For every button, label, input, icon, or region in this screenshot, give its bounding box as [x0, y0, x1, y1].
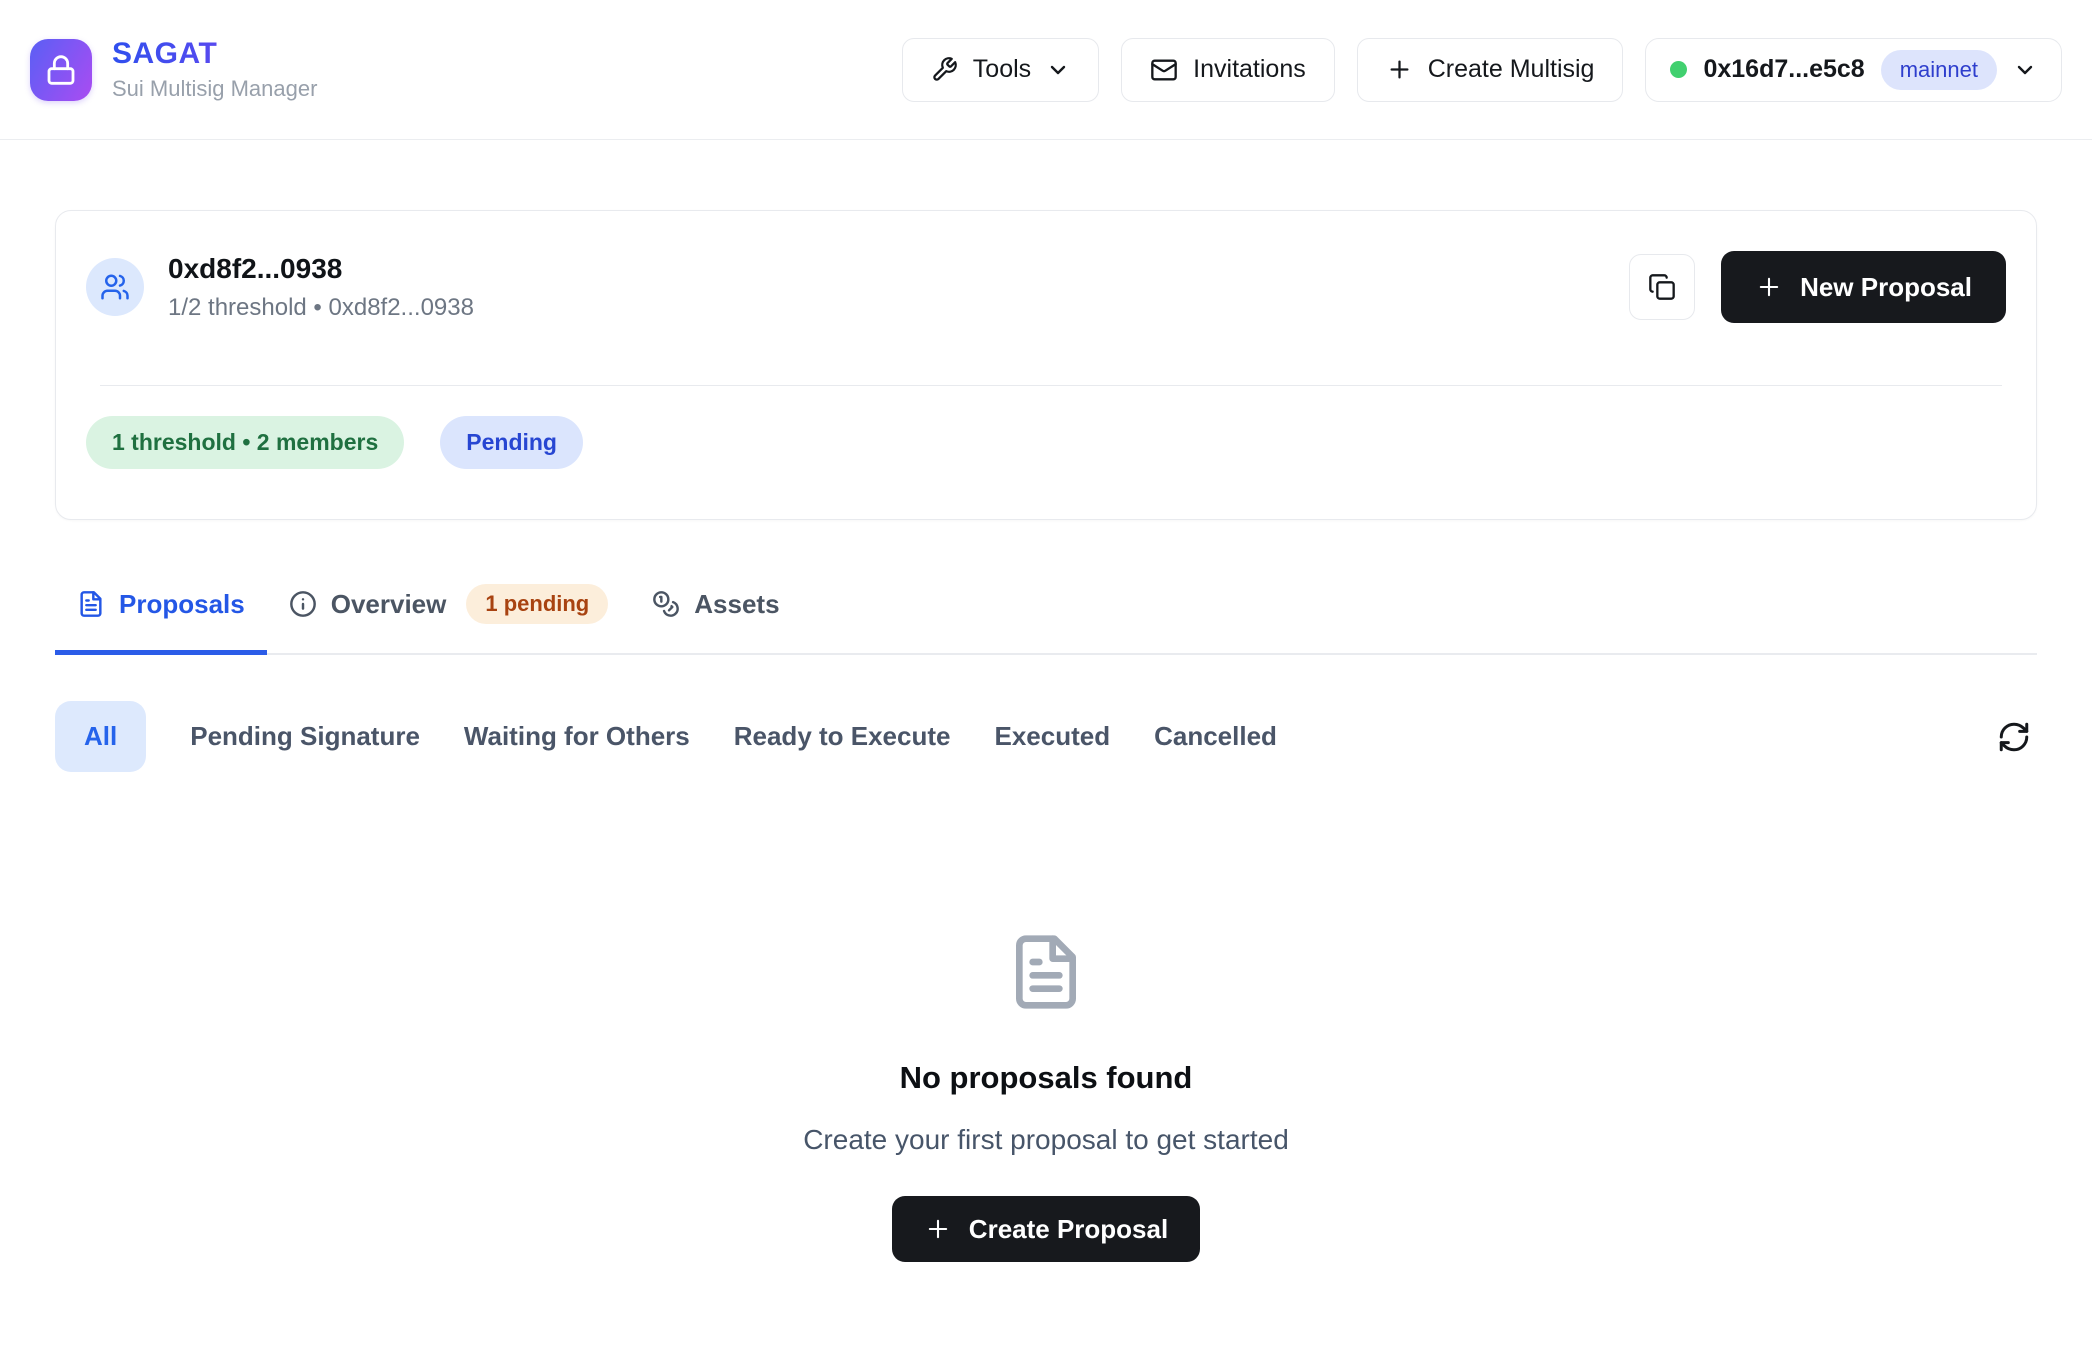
create-proposal-button[interactable]: Create Proposal	[892, 1196, 1200, 1262]
refresh-button[interactable]	[1991, 714, 2037, 760]
header-actions: Tools Invitations Create Multisig 0x16d7…	[902, 38, 2062, 102]
plus-icon	[1755, 273, 1783, 301]
wrench-icon	[931, 56, 958, 83]
members-badge: 1 threshold • 2 members	[86, 416, 404, 469]
connected-dot	[1670, 61, 1687, 78]
create-multisig-label: Create Multisig	[1428, 55, 1595, 84]
avatar	[86, 258, 144, 316]
pending-count-badge: 1 pending	[466, 584, 608, 624]
mail-icon	[1150, 56, 1178, 84]
filter-pending-signature[interactable]: Pending Signature	[190, 721, 420, 752]
wallet-button[interactable]: 0x16d7...e5c8 mainnet	[1645, 38, 2062, 102]
proposal-filters: All Pending Signature Waiting for Others…	[55, 701, 2037, 772]
invitations-label: Invitations	[1193, 55, 1306, 84]
copy-address-button[interactable]	[1629, 254, 1695, 320]
coins-icon	[652, 590, 680, 618]
empty-state-subtitle: Create your first proposal to get starte…	[803, 1124, 1289, 1156]
create-proposal-label: Create Proposal	[969, 1214, 1168, 1245]
file-text-icon	[1006, 932, 1086, 1012]
plus-icon	[924, 1215, 952, 1243]
multisig-card-actions: New Proposal	[1629, 251, 2006, 323]
tools-button[interactable]: Tools	[902, 38, 1099, 102]
filter-ready-to-execute[interactable]: Ready to Execute	[734, 721, 951, 752]
new-proposal-label: New Proposal	[1800, 272, 1972, 303]
filter-cancelled[interactable]: Cancelled	[1154, 721, 1277, 752]
filter-executed[interactable]: Executed	[994, 721, 1110, 752]
tools-label: Tools	[973, 55, 1031, 84]
users-icon	[100, 272, 130, 302]
refresh-icon	[1997, 720, 2031, 754]
multisig-card: 0xd8f2...0938 1/2 threshold • 0xd8f2...0…	[55, 210, 2037, 520]
tab-proposals-label: Proposals	[119, 589, 245, 620]
tab-assets-label: Assets	[694, 589, 779, 620]
empty-state-title: No proposals found	[900, 1060, 1193, 1096]
tab-assets[interactable]: Assets	[630, 578, 801, 655]
filter-waiting-for-others[interactable]: Waiting for Others	[464, 721, 690, 752]
main-content: 0xd8f2...0938 1/2 threshold • 0xd8f2...0…	[0, 210, 2092, 1262]
status-badge: Pending	[440, 416, 583, 469]
lock-icon	[45, 54, 77, 86]
invitations-button[interactable]: Invitations	[1121, 38, 1335, 102]
multisig-meta: 1/2 threshold • 0xd8f2...0938	[168, 294, 474, 322]
create-multisig-button[interactable]: Create Multisig	[1357, 38, 1624, 102]
multisig-card-header: 0xd8f2...0938 1/2 threshold • 0xd8f2...0…	[56, 211, 2036, 385]
app-header: SAGAT Sui Multisig Manager Tools Invitat…	[0, 0, 2092, 140]
multisig-badges: 1 threshold • 2 members Pending	[56, 386, 2036, 519]
tab-overview[interactable]: Overview 1 pending	[267, 578, 631, 655]
network-badge: mainnet	[1881, 50, 1997, 90]
info-icon	[289, 590, 317, 618]
app-title: SAGAT	[112, 37, 317, 71]
multisig-name: 0xd8f2...0938	[168, 253, 474, 285]
plus-icon	[1386, 56, 1413, 83]
chevron-down-icon	[1046, 58, 1070, 82]
copy-icon	[1648, 273, 1676, 301]
app-logo[interactable]	[30, 39, 92, 101]
filter-all[interactable]: All	[55, 701, 146, 772]
app-subtitle: Sui Multisig Manager	[112, 76, 317, 102]
wallet-address: 0x16d7...e5c8	[1703, 55, 1864, 84]
empty-state: No proposals found Create your first pro…	[55, 932, 2037, 1262]
file-text-icon	[77, 590, 105, 618]
tab-proposals[interactable]: Proposals	[55, 578, 267, 655]
new-proposal-button[interactable]: New Proposal	[1721, 251, 2006, 323]
brand[interactable]: SAGAT Sui Multisig Manager	[30, 37, 317, 102]
tab-overview-label: Overview	[331, 589, 447, 620]
chevron-down-icon	[2013, 58, 2037, 82]
tab-bar: Proposals Overview 1 pending Assets	[55, 578, 2037, 655]
